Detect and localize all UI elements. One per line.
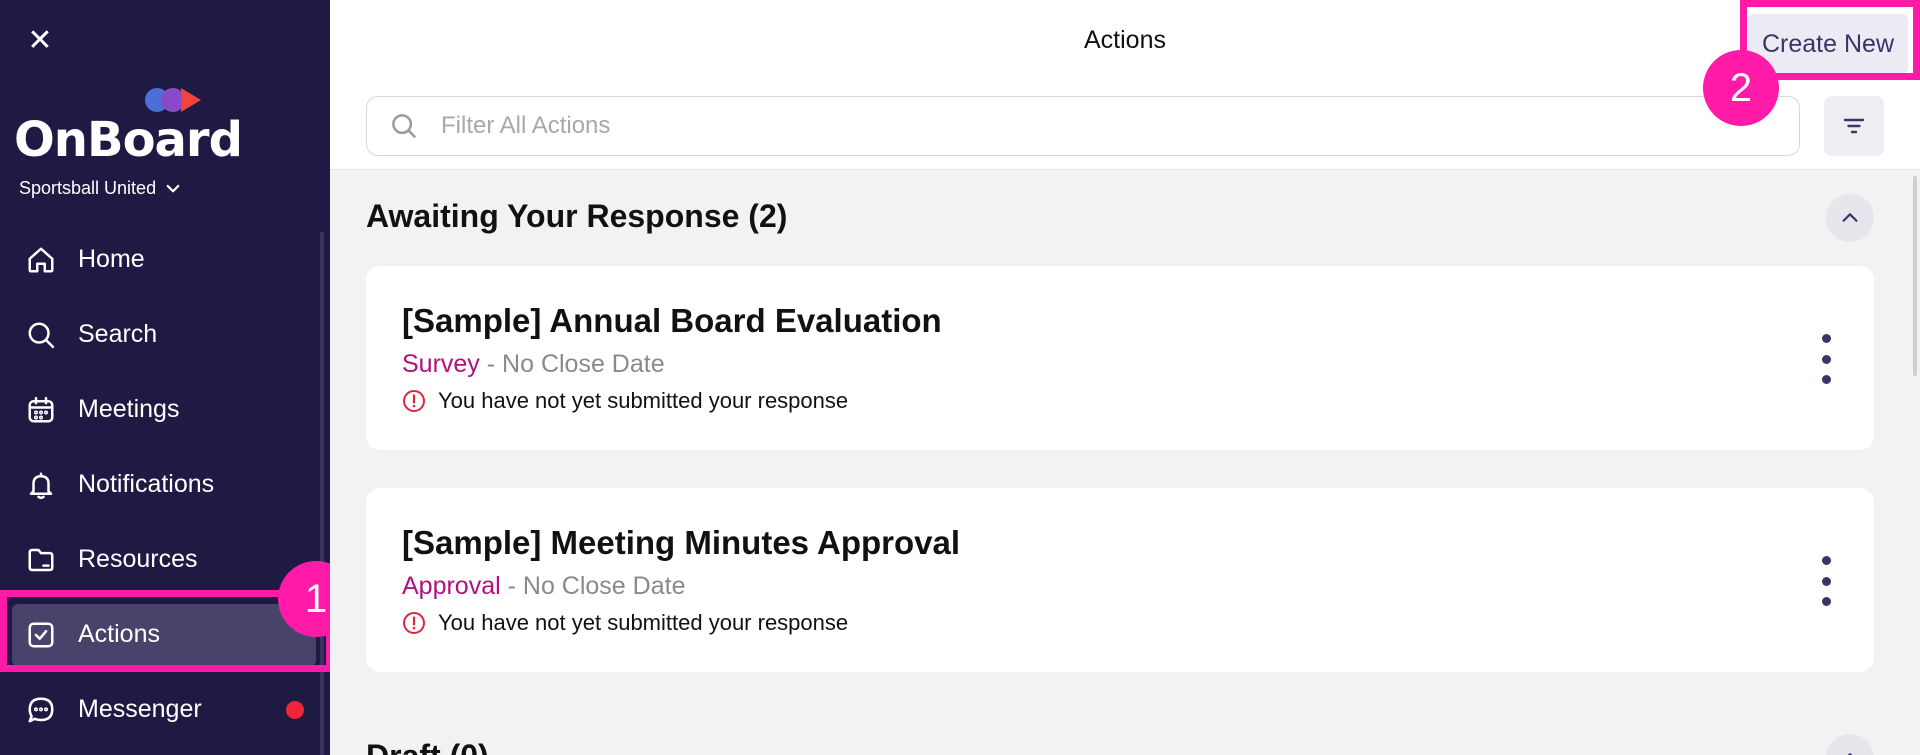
- filter-icon: [1843, 118, 1865, 134]
- calendar-icon: [26, 395, 56, 425]
- folder-icon: [26, 545, 56, 575]
- action-status-text: You have not yet submitted your response: [438, 388, 849, 413]
- action-title: [Sample] Meeting Minutes Approval: [402, 524, 961, 561]
- chevron-up-icon: [1847, 753, 1853, 755]
- action-card[interactable]: [Sample] Meeting Minutes Approval Approv…: [366, 488, 1874, 672]
- filter-button[interactable]: [1824, 96, 1884, 156]
- action-status: You have not yet submitted your response: [402, 388, 848, 414]
- unread-indicator: [286, 700, 304, 719]
- action-title: [Sample] Annual Board Evaluation: [402, 302, 942, 339]
- collapse-awaiting-button[interactable]: [1826, 194, 1874, 242]
- step2-badge: 2: [1703, 50, 1779, 126]
- chevron-up-icon: [1842, 213, 1858, 222]
- action-card[interactable]: [Sample] Annual Board Evaluation Survey …: [366, 266, 1874, 450]
- action-close-date: - No Close Date: [486, 350, 665, 378]
- alert-circle-icon: [403, 612, 425, 634]
- sidebar-item-label: Notifications: [78, 470, 215, 498]
- collapse-draft-button[interactable]: [1826, 734, 1874, 755]
- onboard-logo: OnBoard: [14, 82, 243, 168]
- action-meta: Approval - No Close Date: [402, 572, 685, 601]
- close-icon[interactable]: ✕: [26, 24, 54, 57]
- action-meta: Survey - No Close Date: [402, 350, 665, 379]
- filter-actions-input[interactable]: [441, 112, 1741, 140]
- more-options-icon[interactable]: [1816, 556, 1836, 606]
- bell-icon: [26, 470, 56, 500]
- main-content: Actions Create New Awaiting Your Respons…: [330, 0, 1920, 755]
- sidebar-item-notifications[interactable]: Notifications: [0, 447, 330, 522]
- chat-icon: [26, 695, 56, 725]
- more-options-icon[interactable]: [1816, 334, 1836, 384]
- top-bar: Actions Create New: [330, 0, 1920, 170]
- action-type: Approval: [402, 572, 501, 600]
- sidebar-item-label: Messenger: [78, 695, 202, 723]
- search-icon: [392, 114, 417, 139]
- sidebar-item-label: Search: [78, 320, 158, 348]
- action-status: You have not yet submitted your response: [402, 610, 848, 636]
- action-close-date: - No Close Date: [507, 572, 686, 600]
- filter-search-box[interactable]: [366, 96, 1800, 156]
- organization-name: Sportsball United: [19, 178, 157, 198]
- sidebar-item-home[interactable]: Home: [0, 222, 330, 297]
- action-type: Survey: [402, 350, 480, 378]
- sidebar-item-meetings[interactable]: Meetings: [0, 372, 330, 447]
- action-status-text: You have not yet submitted your response: [438, 610, 849, 635]
- sidebar-item-label: Home: [78, 245, 145, 273]
- logo-dots-icon: [145, 88, 201, 112]
- main-scrollbar[interactable]: [1913, 176, 1917, 376]
- sidebar-item-label: Meetings: [78, 395, 180, 423]
- search-icon: [26, 320, 56, 350]
- organization-selector[interactable]: Sportsball United: [19, 178, 182, 199]
- sidebar-item-messenger[interactable]: Messenger: [0, 672, 330, 747]
- sidebar-item-label: Resources: [78, 545, 198, 573]
- section-title-draft: Draft (0): [366, 738, 489, 755]
- chevron-down-icon: [166, 184, 180, 192]
- sidebar-item-search[interactable]: Search: [0, 297, 330, 372]
- logo-text: OnBoard: [14, 112, 243, 168]
- home-icon: [26, 245, 56, 275]
- section-title-awaiting: Awaiting Your Response (2): [366, 198, 788, 234]
- alert-circle-icon: [403, 390, 425, 412]
- page-title: Actions: [1084, 26, 1166, 54]
